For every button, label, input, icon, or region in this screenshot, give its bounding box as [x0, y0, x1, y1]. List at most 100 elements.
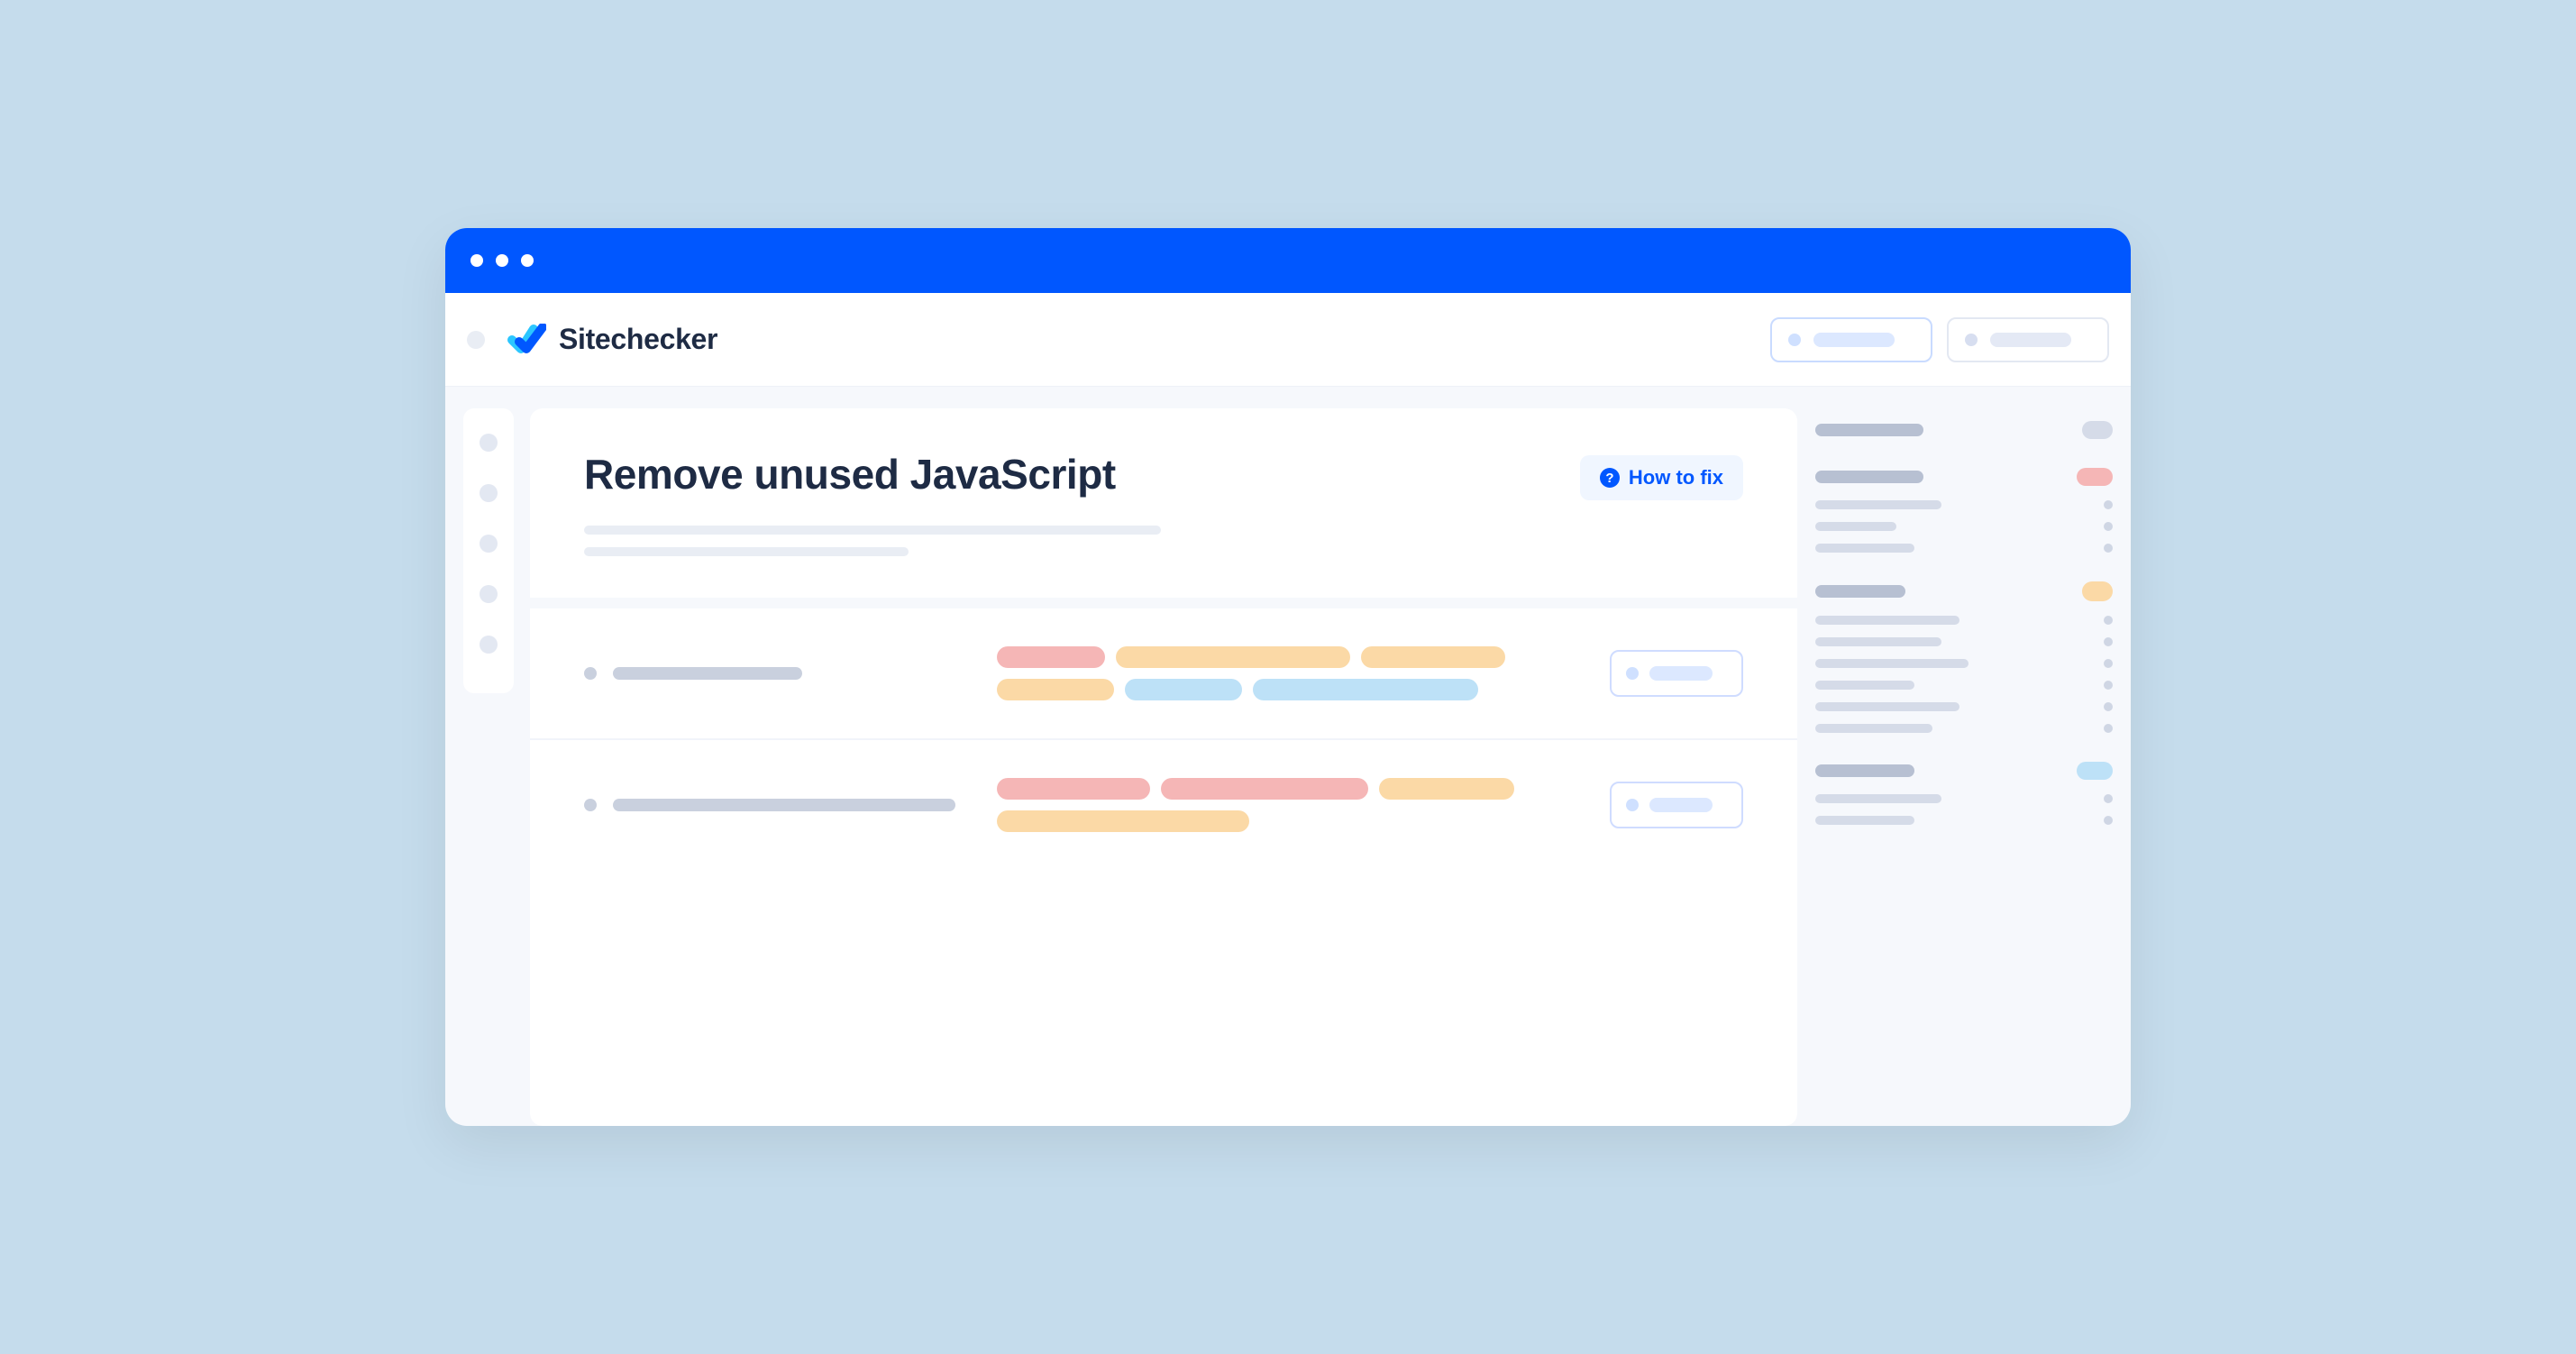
- tag-pill: [1253, 679, 1478, 700]
- checkmark-icon: [507, 324, 546, 356]
- nav-item[interactable]: [480, 636, 498, 654]
- side-item[interactable]: [1815, 616, 2113, 625]
- placeholder-icon: [1626, 799, 1639, 811]
- item-label-placeholder: [1815, 659, 1969, 668]
- side-item[interactable]: [1815, 681, 2113, 690]
- item-label-placeholder: [1815, 500, 1941, 509]
- side-item[interactable]: [1815, 724, 2113, 733]
- placeholder-icon: [1965, 334, 1978, 346]
- row-action-button[interactable]: [1610, 782, 1743, 828]
- placeholder-label: [1649, 666, 1713, 681]
- url-placeholder: [613, 667, 802, 680]
- item-label-placeholder: [1815, 724, 1932, 733]
- result-row: [530, 608, 1797, 740]
- item-count-placeholder: [2104, 724, 2113, 733]
- side-group-header[interactable]: [1815, 468, 2113, 486]
- main-panel: Remove unused JavaScript ? How to fix: [530, 408, 1797, 1126]
- item-count-placeholder: [2104, 681, 2113, 690]
- placeholder-icon: [1626, 667, 1639, 680]
- nav-rail: [463, 408, 514, 693]
- app-header: Sitechecker: [445, 293, 2131, 387]
- tag-pill: [997, 778, 1150, 800]
- count-badge: [2082, 421, 2113, 439]
- placeholder-label: [1649, 798, 1713, 812]
- placeholder-label: [1990, 333, 2071, 347]
- side-group: [1815, 581, 2113, 733]
- brand-name: Sitechecker: [559, 323, 717, 356]
- tag-pill: [997, 646, 1105, 668]
- traffic-light-close[interactable]: [470, 254, 483, 267]
- tags-column: [997, 646, 1585, 700]
- item-label-placeholder: [1815, 816, 1914, 825]
- item-label-placeholder: [1815, 794, 1941, 803]
- page-title: Remove unused JavaScript: [584, 450, 1116, 499]
- tag-pill: [1361, 646, 1505, 668]
- item-label-placeholder: [1815, 637, 1941, 646]
- bullet-icon: [584, 667, 597, 680]
- side-item[interactable]: [1815, 544, 2113, 553]
- url-column: [584, 799, 972, 811]
- tag-pill: [997, 810, 1249, 832]
- item-label-placeholder: [1815, 544, 1914, 553]
- tag-pill: [1161, 778, 1368, 800]
- item-count-placeholder: [2104, 794, 2113, 803]
- side-group: [1815, 468, 2113, 553]
- item-count-placeholder: [2104, 702, 2113, 711]
- url-placeholder: [613, 799, 955, 811]
- traffic-light-minimize[interactable]: [496, 254, 508, 267]
- window-titlebar: [445, 228, 2131, 293]
- brand-logo[interactable]: Sitechecker: [507, 323, 717, 356]
- nav-item[interactable]: [480, 535, 498, 553]
- section-divider: [530, 598, 1797, 608]
- item-label-placeholder: [1815, 522, 1896, 531]
- side-item[interactable]: [1815, 522, 2113, 531]
- row-action-button[interactable]: [1610, 650, 1743, 697]
- side-item[interactable]: [1815, 816, 2113, 825]
- tags-column: [997, 778, 1585, 832]
- side-item[interactable]: [1815, 702, 2113, 711]
- header-secondary-button[interactable]: [1947, 317, 2109, 362]
- placeholder-label: [1813, 333, 1895, 347]
- tag-pill: [1379, 778, 1514, 800]
- item-count-placeholder: [2104, 659, 2113, 668]
- nav-item[interactable]: [480, 585, 498, 603]
- bullet-icon: [584, 799, 597, 811]
- item-count-placeholder: [2104, 522, 2113, 531]
- side-group-header[interactable]: [1815, 762, 2113, 780]
- side-item[interactable]: [1815, 500, 2113, 509]
- count-badge: [2077, 762, 2113, 780]
- side-group-header[interactable]: [1815, 581, 2113, 601]
- side-panel: [1815, 408, 2113, 1126]
- side-group-header[interactable]: [1815, 421, 2113, 439]
- item-count-placeholder: [2104, 500, 2113, 509]
- nav-item[interactable]: [480, 434, 498, 452]
- side-group: [1815, 421, 2113, 439]
- count-badge: [2082, 581, 2113, 601]
- result-row: [530, 740, 1797, 870]
- item-label-placeholder: [1815, 681, 1914, 690]
- item-count-placeholder: [2104, 816, 2113, 825]
- header-primary-button[interactable]: [1770, 317, 1932, 362]
- svg-text:?: ?: [1605, 471, 1613, 486]
- side-item[interactable]: [1815, 637, 2113, 646]
- nav-item[interactable]: [480, 484, 498, 502]
- app-window: Sitechecker Remove unused JavaScript: [445, 228, 2131, 1126]
- traffic-light-zoom[interactable]: [521, 254, 534, 267]
- description-placeholder: [530, 526, 1797, 598]
- item-label-placeholder: [1815, 702, 1959, 711]
- side-item[interactable]: [1815, 794, 2113, 803]
- count-badge: [2077, 468, 2113, 486]
- help-icon: ?: [1600, 468, 1620, 488]
- group-title-placeholder: [1815, 424, 1923, 436]
- tag-pill: [997, 679, 1114, 700]
- item-label-placeholder: [1815, 616, 1959, 625]
- tag-pill: [1116, 646, 1350, 668]
- menu-icon[interactable]: [467, 331, 485, 349]
- item-count-placeholder: [2104, 616, 2113, 625]
- url-column: [584, 667, 972, 680]
- group-title-placeholder: [1815, 764, 1914, 777]
- how-to-fix-button[interactable]: ? How to fix: [1580, 455, 1743, 500]
- item-count-placeholder: [2104, 637, 2113, 646]
- side-item[interactable]: [1815, 659, 2113, 668]
- item-count-placeholder: [2104, 544, 2113, 553]
